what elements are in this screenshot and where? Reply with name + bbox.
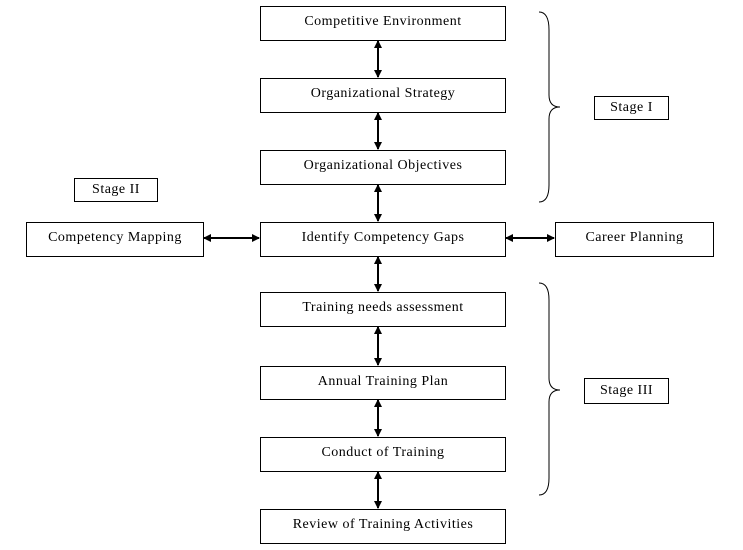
node-organizational-objectives: Organizational Objectives	[260, 150, 506, 185]
brace-stage1	[538, 11, 561, 203]
node-annual-training-plan: Annual Training Plan	[260, 366, 506, 400]
stage-2-label: Stage II	[74, 178, 158, 202]
diagram-canvas: Competitive Environment Organizational S…	[0, 0, 743, 550]
stage-3-label: Stage III	[584, 378, 669, 404]
node-career-planning: Career Planning	[555, 222, 714, 257]
node-review-of-training-activities: Review of Training Activities	[260, 509, 506, 544]
node-identify-competency-gaps: Identify Competency Gaps	[260, 222, 506, 257]
node-organizational-strategy: Organizational Strategy	[260, 78, 506, 113]
node-competency-mapping: Competency Mapping	[26, 222, 204, 257]
brace-stage3	[538, 282, 561, 496]
node-training-needs-assessment: Training needs assessment	[260, 292, 506, 327]
stage-1-label: Stage I	[594, 96, 669, 120]
node-conduct-of-training: Conduct of Training	[260, 437, 506, 472]
node-competitive-environment: Competitive Environment	[260, 6, 506, 41]
